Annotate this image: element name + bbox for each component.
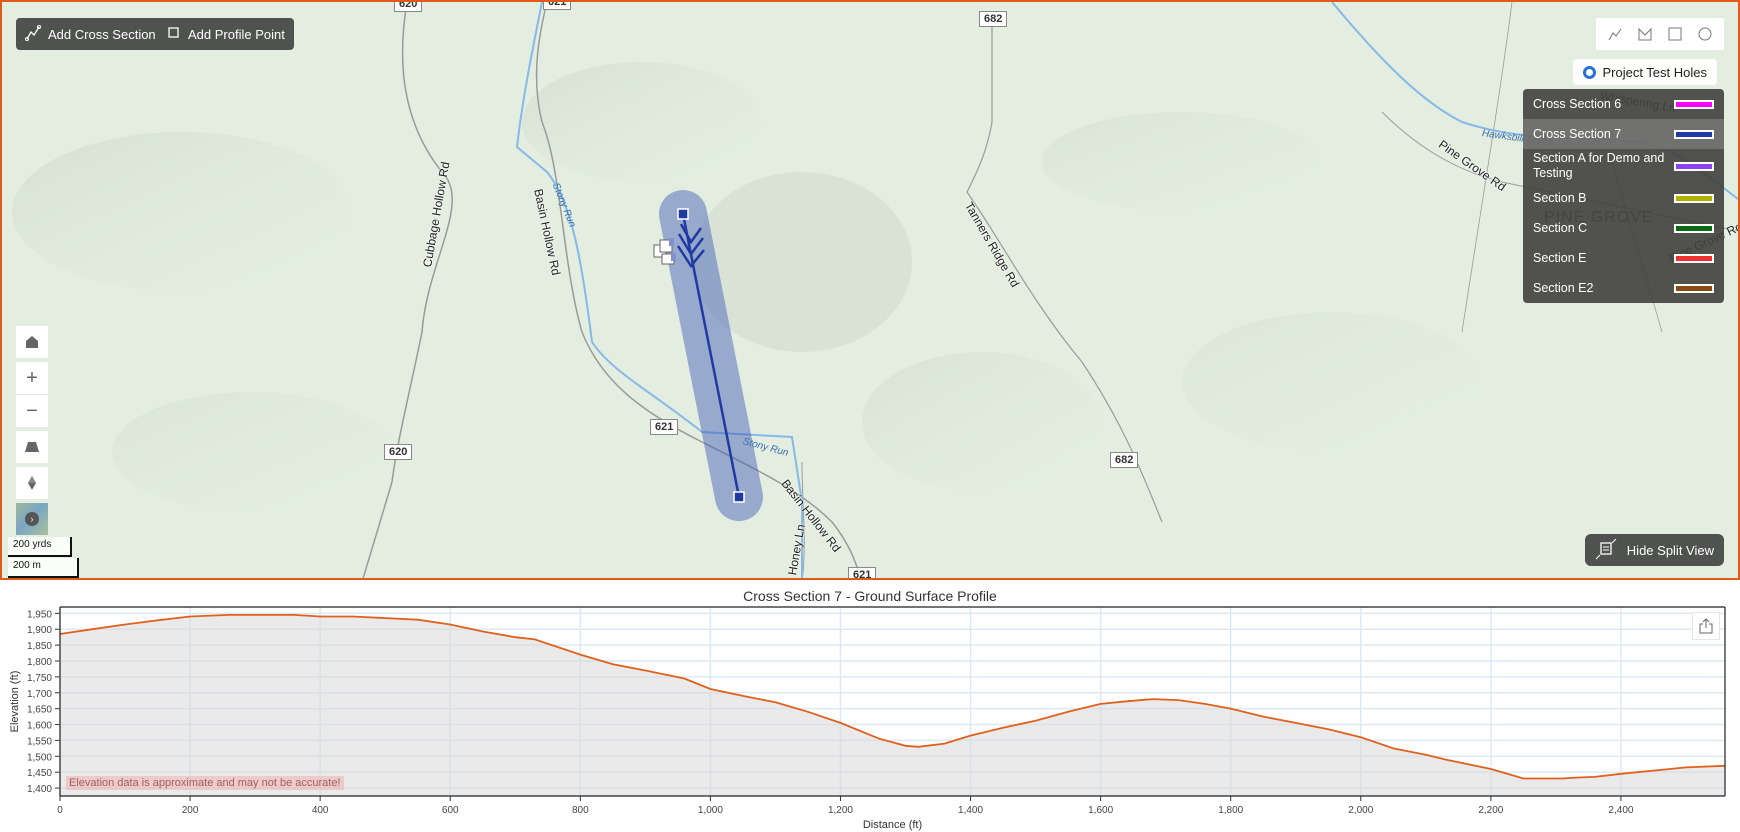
x-tick-label: 1,200 xyxy=(828,805,853,816)
y-tick-label: 1,900 xyxy=(27,625,52,636)
legend-item-section-c[interactable]: Section C xyxy=(1523,213,1724,243)
tilt-icon xyxy=(25,442,39,452)
zoom-in-button[interactable]: + xyxy=(16,362,48,394)
x-tick-label: 1,400 xyxy=(958,805,983,816)
share-icon xyxy=(1699,618,1713,634)
legend-item-cross-section-7[interactable]: Cross Section 7 xyxy=(1523,119,1724,149)
y-tick-label: 1,550 xyxy=(27,736,52,747)
legend-swatch xyxy=(1674,193,1714,203)
elevation-disclaimer: Elevation data is approximate and may no… xyxy=(66,776,344,790)
radio-icon xyxy=(1583,65,1597,79)
square-icon xyxy=(167,26,181,43)
legend-label: Cross Section 7 xyxy=(1533,126,1622,141)
x-tick-label: 1,800 xyxy=(1218,805,1243,816)
y-tick-label: 1,700 xyxy=(27,689,52,700)
polygon-icon[interactable] xyxy=(1635,24,1655,44)
route-shield: 620 xyxy=(394,2,423,12)
add-cross-section-button[interactable]: Add Cross Section xyxy=(16,18,165,50)
zoom-out-button[interactable]: − xyxy=(16,395,48,427)
y-tick-label: 1,950 xyxy=(27,609,52,620)
compass-icon xyxy=(28,476,36,490)
home-icon xyxy=(26,336,38,348)
legend-label: Section B xyxy=(1533,190,1587,205)
y-tick-label: 1,500 xyxy=(27,752,52,763)
route-shield: 682 xyxy=(1110,452,1139,468)
route-shield: 621 xyxy=(543,2,572,10)
y-tick-label: 1,600 xyxy=(27,721,52,732)
map-view[interactable]: 620 621 682 621 620 682 621 Cubbage Holl… xyxy=(0,0,1740,580)
elevation-profile-chart[interactable]: 1,400 1,450 1,500 1,550 1,600 1,650 1,700 1,750… xyxy=(0,580,1740,832)
polyline-icon[interactable] xyxy=(1605,24,1625,44)
legend-swatch xyxy=(1674,253,1714,263)
hide-split-view-label: Hide Split View xyxy=(1626,542,1714,558)
tilt-button[interactable] xyxy=(16,431,48,463)
x-tick-label: 2,000 xyxy=(1348,805,1373,816)
x-tick-label: 400 xyxy=(312,805,329,816)
rectangle-icon[interactable] xyxy=(1665,24,1685,44)
y-tick-label: 1,450 xyxy=(27,768,52,779)
x-tick-label: 800 xyxy=(572,805,589,816)
end-point-marker xyxy=(733,491,745,503)
legend-label: Section E2 xyxy=(1533,280,1594,295)
x-tick-label: 2,400 xyxy=(1608,805,1633,816)
x-tick-label: 600 xyxy=(442,805,459,816)
x-tick-label: 1,600 xyxy=(1088,805,1113,816)
legend-swatch xyxy=(1674,283,1714,293)
project-test-holes-label: Project Test Holes xyxy=(1602,64,1707,80)
x-axis-label: Distance (ft) xyxy=(863,819,922,831)
y-tick-label: 1,750 xyxy=(27,673,52,684)
project-test-holes-toggle[interactable]: Project Test Holes xyxy=(1573,59,1717,85)
scale-bar-imperial: 200 yrds xyxy=(8,537,72,557)
legend-swatch xyxy=(1674,99,1714,109)
x-tick-label: 0 xyxy=(57,805,63,816)
home-button[interactable] xyxy=(16,326,48,358)
legend-item-section-e[interactable]: Section E xyxy=(1523,243,1724,273)
add-profile-point-label: Add Profile Point xyxy=(188,26,285,42)
route-shield: 621 xyxy=(650,419,679,435)
legend-item-section-b[interactable]: Section B xyxy=(1523,183,1724,213)
map-navigation: + − › xyxy=(16,326,48,535)
legend-item-section-a[interactable]: Section A for Demo and Testing xyxy=(1523,149,1724,183)
compass-button[interactable] xyxy=(16,467,48,499)
add-profile-point-button[interactable]: Add Profile Point xyxy=(158,18,294,50)
legend-item-section-e2[interactable]: Section E2 xyxy=(1523,273,1724,303)
add-cross-section-label: Add Cross Section xyxy=(48,26,156,42)
x-tick-label: 2,200 xyxy=(1478,805,1503,816)
x-tick-label: 1,000 xyxy=(698,805,723,816)
y-tick-label: 1,650 xyxy=(27,705,52,716)
map-terrain xyxy=(12,2,1738,578)
start-point-marker xyxy=(677,208,689,220)
route-shield: 682 xyxy=(979,11,1008,27)
legend-swatch xyxy=(1674,129,1714,139)
circle-icon[interactable] xyxy=(1695,24,1715,44)
legend-label: Section A for Demo and Testing xyxy=(1533,151,1665,180)
legend-label: Cross Section 6 xyxy=(1533,96,1622,111)
x-tick-label: 200 xyxy=(182,805,199,816)
polyline-icon xyxy=(25,24,41,44)
legend-swatch xyxy=(1674,223,1714,233)
legend-item-cross-section-6[interactable]: Cross Section 6 xyxy=(1523,89,1724,119)
y-tick-label: 1,850 xyxy=(27,641,52,652)
legend-label: Section E xyxy=(1533,250,1587,265)
route-shield: 621 xyxy=(848,567,877,578)
legend-swatch xyxy=(1674,161,1714,171)
chevron-right-icon: › xyxy=(25,512,39,526)
y-axis-label: Elevation (ft) xyxy=(9,671,21,733)
legend-label: Section C xyxy=(1533,220,1588,235)
hide-split-view-button[interactable]: Hide Split View xyxy=(1584,534,1724,566)
cross-section-legend: Cross Section 6 Cross Section 7 Section … xyxy=(1523,89,1724,303)
y-tick-label: 1,800 xyxy=(27,657,52,668)
y-tick-label: 1,400 xyxy=(27,784,52,795)
route-shield: 620 xyxy=(384,444,413,460)
export-chart-button[interactable] xyxy=(1692,612,1720,640)
draw-tools xyxy=(1596,18,1724,50)
collapse-view-icon xyxy=(1595,538,1617,563)
basemap-toggle-button[interactable]: › xyxy=(16,503,48,535)
scale-bar-metric: 200 m xyxy=(8,558,79,578)
